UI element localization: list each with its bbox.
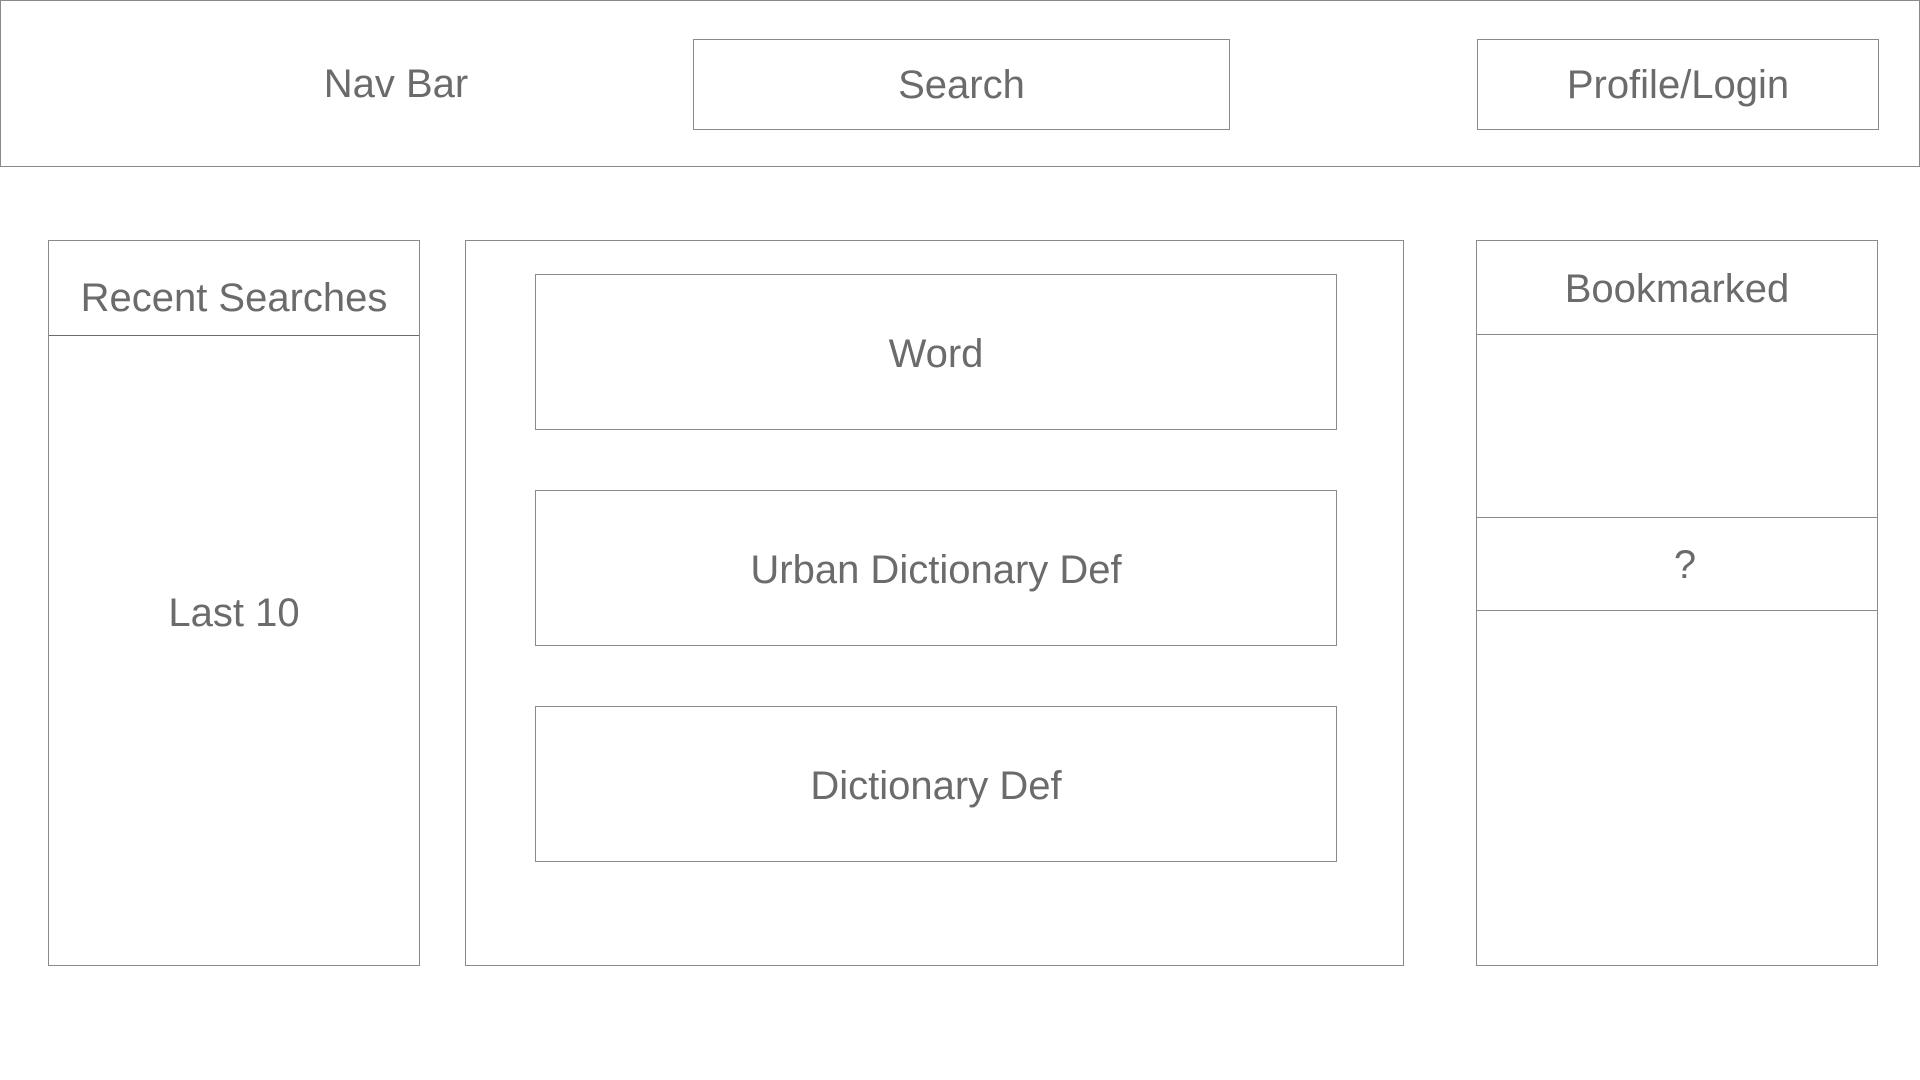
search-box[interactable]: Search	[693, 39, 1230, 130]
word-box: Word	[535, 274, 1337, 430]
recent-searches-header: Recent Searches	[49, 241, 419, 336]
bookmarked-header: Bookmarked	[1477, 241, 1877, 335]
recent-searches-list[interactable]: Last 10	[49, 336, 419, 965]
search-label: Search	[898, 63, 1025, 107]
urban-dictionary-def-box: Urban Dictionary Def	[535, 490, 1337, 646]
recent-searches-panel: Recent Searches Last 10	[48, 240, 420, 966]
bookmarked-title: Bookmarked	[1564, 267, 1790, 311]
bookmarked-item[interactable]	[1477, 335, 1877, 518]
main-content-panel: Word Urban Dictionary Def Dictionary Def	[465, 240, 1404, 966]
nav-bar: Nav Bar Search Profile/Login	[0, 0, 1920, 167]
bookmarked-item-label: ?	[1673, 543, 1697, 587]
bookmarked-item[interactable]	[1477, 611, 1877, 965]
urban-dictionary-def-label: Urban Dictionary Def	[750, 548, 1122, 592]
bookmarked-panel: Bookmarked ?	[1476, 240, 1878, 966]
dictionary-def-label: Dictionary Def	[810, 764, 1062, 808]
profile-login-label: Profile/Login	[1566, 63, 1790, 107]
dictionary-def-box: Dictionary Def	[535, 706, 1337, 862]
recent-searches-placeholder: Last 10	[168, 591, 300, 635]
recent-searches-title: Recent Searches	[80, 276, 388, 320]
bookmarked-item[interactable]: ?	[1477, 518, 1877, 611]
profile-login-button[interactable]: Profile/Login	[1477, 39, 1879, 130]
nav-bar-title: Nav Bar	[323, 62, 469, 106]
word-label: Word	[888, 332, 984, 376]
